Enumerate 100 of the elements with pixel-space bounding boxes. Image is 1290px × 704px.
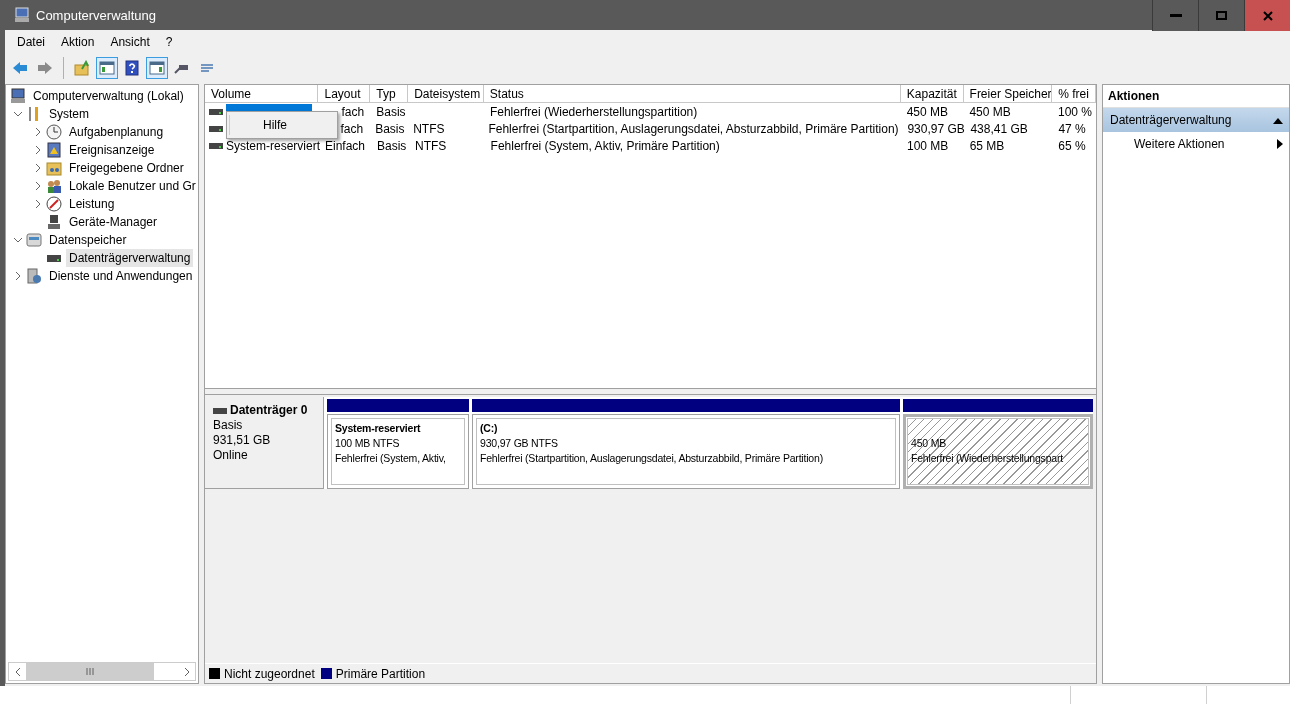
gauge-icon <box>46 196 62 212</box>
tree-item[interactable]: Lokale Benutzer und Gr <box>66 177 198 195</box>
scroll-right-icon[interactable] <box>182 667 191 676</box>
column-header[interactable]: Dateisystem <box>408 85 484 103</box>
partition-status: Fehlerfrei (System, Aktiv, <box>335 451 447 466</box>
disk-info-panel[interactable]: Datenträger 0 Basis 931,51 GB Online <box>205 397 324 489</box>
action-link[interactable]: Weitere Aktionen <box>1103 132 1289 156</box>
column-header[interactable]: Typ <box>370 85 409 103</box>
context-menu-item[interactable]: Hilfe <box>229 115 335 135</box>
close-button[interactable] <box>1244 0 1290 31</box>
tree-item[interactable]: Leistung <box>66 195 118 213</box>
share-icon <box>46 160 62 176</box>
submenu-arrow-icon <box>1277 139 1283 149</box>
minimize-icon <box>1169 14 1182 17</box>
tree-item[interactable]: Geräte-Manager <box>66 213 161 231</box>
actions-toggle-button[interactable] <box>146 57 168 79</box>
partition-status: Fehlerfrei (Wiederherstellungspart <box>911 451 1064 466</box>
table-cell: Fehlerfrei (System, Aktiv, Primäre Partition) <box>490 138 720 153</box>
expand-chevron-icon[interactable] <box>13 271 23 281</box>
table-cell: 450 MB <box>969 104 1011 119</box>
table-cell: Basis <box>377 138 407 153</box>
table-cell: Fehlerfrei (Wiederherstellungspartition) <box>489 104 698 119</box>
storage-icon <box>26 232 42 248</box>
column-header[interactable]: Freier Speicher <box>963 85 1053 103</box>
disk-state: Online <box>213 448 249 463</box>
table-cell: 930,97 GB <box>907 121 965 136</box>
minimize-button[interactable] <box>1152 0 1198 31</box>
help-icon <box>124 60 140 76</box>
folder-up-icon <box>74 60 90 76</box>
legend-label: Nicht zugeordnet <box>224 666 315 681</box>
table-cell: NTFS <box>415 138 447 153</box>
tree-item[interactable]: System <box>46 105 92 123</box>
grip-icon[interactable] <box>85 668 95 675</box>
expand-chevron-icon[interactable] <box>33 199 43 209</box>
tree-item[interactable]: Aufgabenplanung <box>66 123 167 141</box>
device-icon <box>46 214 62 230</box>
scroll-left-icon[interactable] <box>13 667 22 676</box>
table-cell: Fehlerfrei (Startpartition, Auslagerungsdatei, Absturzabbild, Primäre Partition) <box>488 121 899 136</box>
partition-block[interactable]: 450 MB Fehlerfrei (Wiederherstellungspart <box>903 414 1093 489</box>
log-icon <box>46 142 62 158</box>
menu-item[interactable]: ? <box>157 35 181 49</box>
collapse-chevron-icon[interactable] <box>13 235 23 245</box>
expand-chevron-icon[interactable] <box>33 145 43 155</box>
menu-item[interactable]: Aktion <box>53 35 103 49</box>
column-header[interactable]: Volume <box>205 85 319 103</box>
partition-size: 450 MB <box>911 436 947 451</box>
partition-block[interactable]: System-reserviert 100 MB NTFS Fehlerfrei (System, Aktiv, <box>327 414 469 489</box>
tree-item[interactable]: Ereignisanzeige <box>66 141 158 159</box>
legend-label: Primäre Partition <box>335 666 426 681</box>
horizontal-scrollbar[interactable] <box>8 662 196 681</box>
drive-icon <box>213 406 227 415</box>
window-title: Computerverwaltung <box>36 7 157 23</box>
column-header[interactable]: Layout <box>318 85 371 103</box>
collapse-triangle-icon[interactable] <box>1273 116 1283 124</box>
maximize-button[interactable] <box>1198 0 1244 31</box>
table-cell: 47 % <box>1058 121 1086 136</box>
table-cell: System-reserviert <box>226 138 320 153</box>
disk-type: Basis <box>213 418 244 433</box>
menu-item[interactable]: Ansicht <box>102 35 158 49</box>
partition-size: 100 MB NTFS <box>335 436 401 451</box>
table-cell: 438,41 GB <box>970 121 1028 136</box>
table-cell: Basis <box>376 104 406 119</box>
partition-status: Fehlerfrei (Startpartition, Auslagerungsdatei, Absturzabbild, Primäre Partition) <box>480 451 824 466</box>
computer-icon <box>14 7 30 23</box>
expand-chevron-icon[interactable] <box>33 127 43 137</box>
tree-item[interactable]: Computerverwaltung (Lokal) <box>30 87 187 105</box>
table-cell: Basis <box>375 121 405 136</box>
partition-name: System-reserviert <box>335 421 422 436</box>
tree-toggle-button[interactable] <box>96 57 118 79</box>
column-header[interactable]: % frei <box>1052 85 1096 103</box>
partition-size: 930,97 GB NTFS <box>480 436 559 451</box>
table-cell: fach <box>341 104 365 119</box>
users-icon <box>46 178 62 194</box>
collapse-chevron-icon[interactable] <box>13 109 23 119</box>
actions-section-header[interactable]: Datenträgerverwaltung <box>1103 108 1289 132</box>
expand-chevron-icon[interactable] <box>33 163 43 173</box>
column-header[interactable]: Status <box>483 85 901 103</box>
expand-chevron-icon[interactable] <box>33 181 43 191</box>
table-cell: 450 MB <box>906 104 949 119</box>
close-icon <box>1262 10 1273 21</box>
column-header[interactable]: Kapazität <box>900 85 964 103</box>
computer-icon <box>10 88 26 104</box>
table-cell: 100 MB <box>907 138 949 153</box>
tree-item[interactable]: Freigegebene Ordner <box>66 159 187 177</box>
tree-item[interactable]: Datenspeicher <box>46 231 130 249</box>
clock-icon <box>46 124 62 140</box>
table-cell: NTFS <box>413 121 445 136</box>
tree-item[interactable]: Dienste und Anwendungen <box>46 267 196 285</box>
tree-item[interactable]: Datenträgerverwaltung <box>66 249 194 267</box>
maximize-icon <box>1216 11 1227 20</box>
disk-name: Datenträger 0 <box>230 403 308 418</box>
partition-block[interactable]: (C:) 930,97 GB NTFS Fehlerfrei (Startpartition, Auslagerungsdatei, Absturzabbild, Primäre Partition) <box>472 414 900 489</box>
menu-item[interactable]: Datei <box>9 35 53 49</box>
tree-toggle-icon <box>99 60 115 76</box>
services-icon <box>26 268 42 284</box>
table-cell: 100 % <box>1058 104 1092 119</box>
table-cell: 65 % <box>1058 138 1086 153</box>
back-icon <box>12 60 28 76</box>
table-cell: fach <box>340 121 364 136</box>
table-cell: 65 MB <box>969 138 1005 153</box>
